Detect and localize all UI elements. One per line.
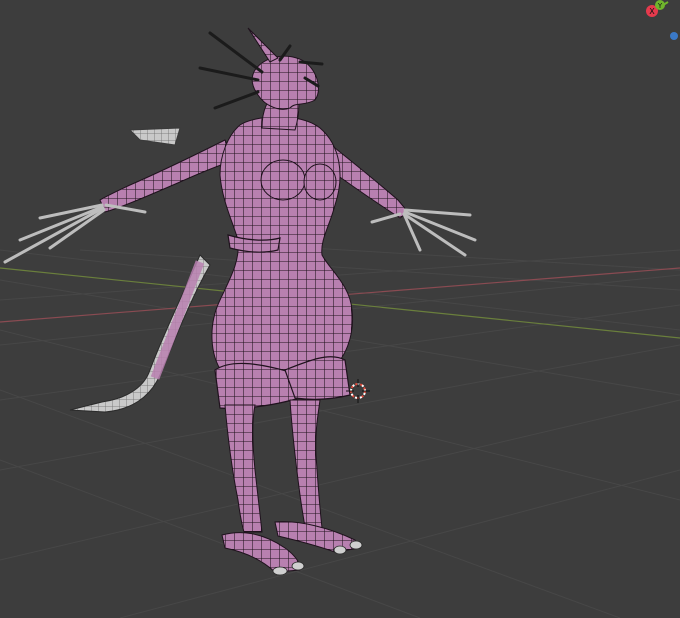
left-shoulder-plate <box>128 127 181 146</box>
gizmo-y-label: Y <box>657 2 663 10</box>
right-hand[interactable] <box>370 208 477 257</box>
3d-cursor-icon[interactable] <box>346 379 370 403</box>
character-mesh[interactable] <box>3 27 477 576</box>
right-foot[interactable] <box>274 521 361 553</box>
chest-right <box>303 163 337 201</box>
axis-gizmo-icon[interactable]: X Y <box>646 0 678 40</box>
chest-left <box>260 159 306 201</box>
viewport-canvas[interactable]: X Y <box>0 0 680 618</box>
3d-viewport[interactable]: X Y <box>0 0 680 618</box>
head-horn <box>247 27 279 63</box>
left-leg[interactable] <box>224 404 263 533</box>
gizmo-z-neg-handle[interactable] <box>670 32 678 40</box>
left-arm[interactable] <box>99 139 236 213</box>
right-leg[interactable] <box>289 399 323 529</box>
gizmo-x-label: X <box>649 7 655 16</box>
